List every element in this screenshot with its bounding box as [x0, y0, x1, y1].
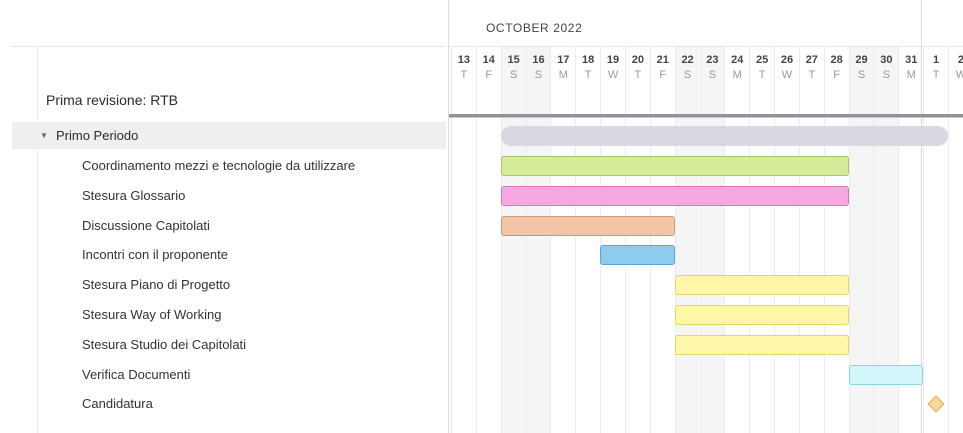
- group-label[interactable]: Primo Periodo: [56, 122, 138, 149]
- task-label[interactable]: Stesura Piano di Progetto: [82, 277, 230, 293]
- task-list-panel: Prima revisione: RTB ▼ Primo Periodo Coo…: [0, 0, 448, 433]
- day-weekday-letter: F: [659, 69, 667, 81]
- day-number: 30: [880, 54, 893, 66]
- task-label[interactable]: Stesura Way of Working: [82, 307, 221, 323]
- task-bar[interactable]: [674, 275, 849, 296]
- day-column-26: 26 W: [774, 47, 799, 433]
- month-label: OCTOBER 2022: [486, 21, 583, 35]
- day-weekday-letter: W: [781, 69, 793, 81]
- task-bar[interactable]: [674, 305, 849, 325]
- day-number: 23: [706, 54, 719, 66]
- day-weekday-letter: M: [558, 69, 568, 81]
- day-weekday-letter: S: [509, 69, 518, 81]
- day-column-18: 18 T: [575, 47, 600, 433]
- task-bar[interactable]: [500, 185, 849, 206]
- day-column-17: 17 M: [550, 47, 575, 433]
- day-number: 17: [557, 54, 570, 66]
- day-weekday-letter: T: [460, 69, 468, 81]
- day-number: 28: [830, 54, 843, 66]
- caret-down-icon[interactable]: ▼: [40, 122, 48, 149]
- task-label[interactable]: Stesura Glossario: [82, 188, 185, 204]
- day-number: 25: [755, 54, 769, 66]
- project-progress-line-shadow: [449, 117, 963, 118]
- task-label[interactable]: Verifica Documenti: [82, 367, 190, 383]
- task-bar[interactable]: [500, 215, 675, 236]
- day-number: 15: [507, 54, 520, 66]
- project-title[interactable]: Prima revisione: RTB: [46, 92, 178, 108]
- day-column-27: 27 T: [798, 47, 824, 433]
- day-number: 31: [905, 54, 918, 66]
- day-number: 16: [532, 54, 545, 66]
- day-column-24: 24 M: [724, 47, 749, 433]
- day-weekday-letter: W: [607, 69, 619, 81]
- day-column-2: 2W: [948, 47, 963, 433]
- day-weekday-letter: T: [758, 69, 766, 81]
- day-weekday-letter: S: [857, 69, 866, 81]
- task-label[interactable]: Coordinamento mezzi e tecnologie da util…: [82, 158, 355, 174]
- column-divider: [37, 47, 38, 433]
- task-bar[interactable]: [500, 156, 849, 176]
- day-number: 22: [681, 54, 694, 66]
- task-label[interactable]: Incontri con il proponente: [82, 247, 228, 263]
- task-label[interactable]: Candidatura: [82, 396, 153, 412]
- day-weekday-letter: T: [634, 69, 642, 81]
- day-column-20: 20 T: [624, 47, 650, 433]
- day-column-14: 14 F: [475, 47, 501, 433]
- day-number: 14: [482, 54, 495, 66]
- day-weekday-letter: S: [708, 69, 717, 81]
- day-column-13: 13 T: [451, 47, 476, 433]
- task-bar[interactable]: [848, 364, 924, 385]
- task-bar[interactable]: [674, 334, 849, 355]
- day-number: 1: [933, 54, 940, 66]
- timeline-header-divider: [449, 46, 963, 47]
- day-number: 20: [631, 54, 644, 66]
- day-weekday-letter: M: [732, 69, 742, 81]
- day-column-22: 22 S: [674, 47, 700, 433]
- day-number: 18: [582, 54, 595, 66]
- day-number: 2: [949, 54, 963, 66]
- day-number: 13: [457, 54, 471, 66]
- task-bar[interactable]: [600, 245, 675, 266]
- day-weekday-letter: S: [683, 69, 692, 81]
- day-number: 26: [780, 54, 794, 66]
- day-column-28: 28 F: [823, 47, 849, 433]
- day-weekday-letter: S: [882, 69, 891, 81]
- day-weekday-letter: M: [906, 69, 916, 81]
- day-number: 29: [855, 54, 868, 66]
- day-number: 27: [805, 54, 818, 66]
- gantt-chart: 13 T 14 F 15 S 16 S 17 M 18 T 19 W 20 T 21 F 22 S 23 S 24 M 25 T 2…: [448, 0, 963, 433]
- day-weekday-letter: T: [808, 69, 816, 81]
- day-column-19: 19 W: [600, 47, 625, 433]
- day-number: 19: [606, 54, 620, 66]
- task-label[interactable]: Discussione Capitolati: [82, 218, 210, 234]
- day-weekday-letter: F: [833, 69, 841, 81]
- day-column-1: 1T: [923, 47, 948, 433]
- group-row-primo-periodo[interactable]: ▼ Primo Periodo: [12, 122, 446, 149]
- day-number: 21: [656, 54, 669, 66]
- day-weekday-letter: F: [485, 69, 493, 81]
- header-divider: [10, 46, 446, 47]
- group-summary-bar[interactable]: [500, 126, 948, 146]
- day-column-25: 25 T: [749, 47, 774, 433]
- day-weekday-letter: T: [584, 69, 592, 81]
- day-column-16: 16 S: [525, 47, 551, 433]
- day-weekday-letter: T: [932, 69, 940, 81]
- day-weekday-letter: W: [949, 69, 963, 81]
- day-column-15: 15 S: [500, 47, 526, 433]
- day-weekday-letter: S: [534, 69, 543, 81]
- day-number: 24: [731, 54, 744, 66]
- day-column-23: 23 S: [699, 47, 725, 433]
- day-column-21: 21 F: [649, 47, 675, 433]
- task-label[interactable]: Stesura Studio dei Capitolati: [82, 337, 246, 353]
